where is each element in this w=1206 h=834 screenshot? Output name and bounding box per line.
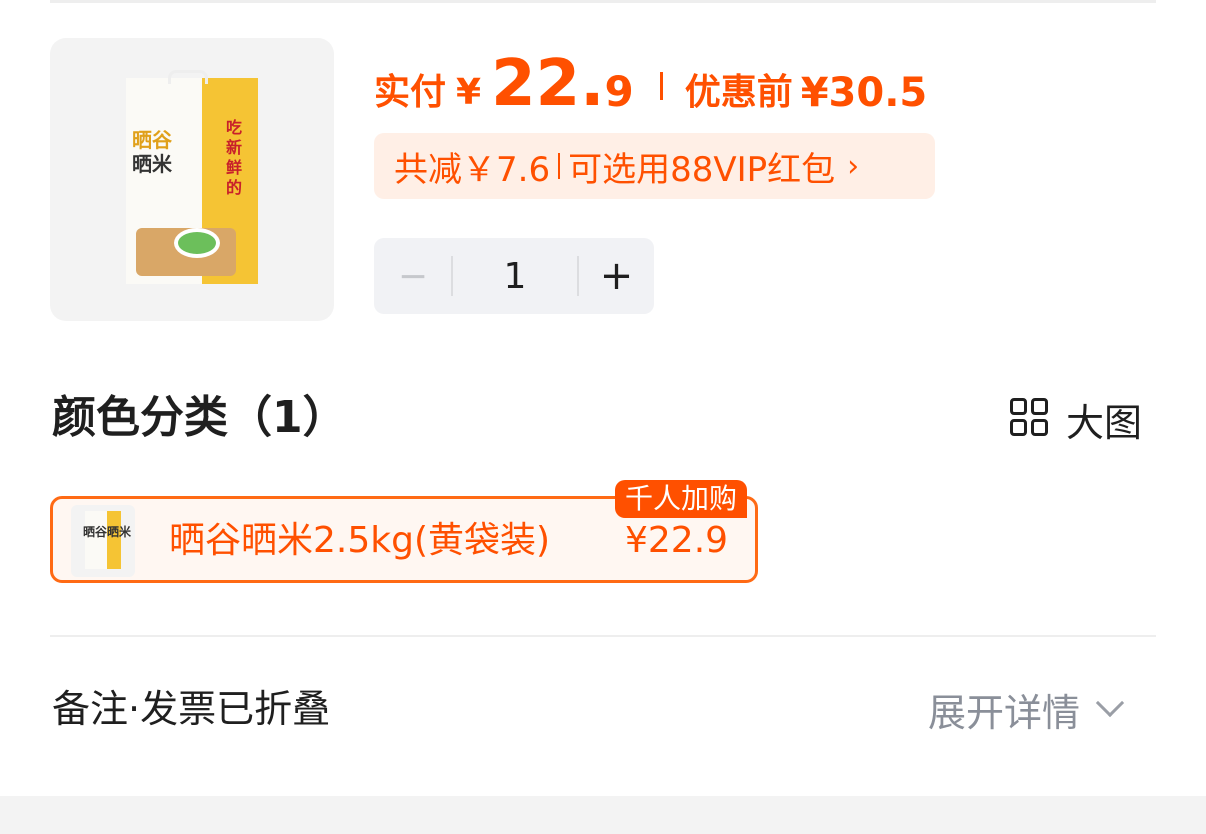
decrease-button[interactable]: − [374, 238, 452, 314]
promo-banner[interactable]: 共减￥7.6 可选用88VIP红包 › [374, 133, 935, 199]
original-price: ¥30.5 [800, 70, 928, 116]
top-divider [50, 0, 1156, 3]
popular-badge: 千人加购 [615, 480, 748, 518]
product-image[interactable]: 晒谷 晒米 吃新鲜的 [50, 38, 334, 321]
rice-bag-illustration: 晒谷 晒米 吃新鲜的 [126, 70, 258, 284]
bag-slogan: 吃新鲜的 [226, 118, 243, 197]
promo-saving: 共减￥7.6 [394, 149, 551, 190]
expand-details-label: 展开详情 [928, 690, 1081, 735]
big-image-label: 大图 [1066, 400, 1143, 445]
section-divider [50, 635, 1156, 637]
paid-price-integer: 22. [491, 47, 605, 121]
original-price-label: 优惠前 [684, 72, 793, 113]
bottom-gap [0, 796, 1206, 834]
increase-button[interactable]: + [579, 238, 654, 314]
variant-price: ¥22.9 [625, 520, 729, 561]
paid-price-decimal: 9 [604, 67, 634, 116]
variant-section-title: 颜色分类（1） [52, 392, 347, 443]
paid-currency: ¥ [456, 72, 482, 113]
variant-name: 晒谷晒米2.5kg(黄袋装) [169, 520, 551, 561]
promo-coupon: 可选用88VIP红包 [568, 149, 836, 190]
bag-title: 晒谷 晒米 [132, 128, 172, 176]
big-image-button[interactable]: 大图 [1010, 396, 1142, 445]
variant-thumbnail: 晒谷晒米 [71, 505, 135, 577]
paid-label: 实付 [374, 72, 447, 113]
quantity-value[interactable]: 1 [453, 238, 577, 314]
remarks-label: 备注·发票已折叠 [52, 687, 331, 731]
quantity-stepper: − 1 + [374, 238, 654, 314]
chevron-down-icon [1095, 688, 1125, 718]
promo-separator [558, 153, 561, 179]
chevron-right-icon: › [847, 148, 860, 184]
expand-details-button[interactable]: 展开详情 [928, 684, 1125, 735]
price-row: 实付 ¥ 22. 9 优惠前 ¥30.5 [374, 42, 927, 122]
price-separator [659, 72, 663, 100]
grid-icon [1010, 398, 1052, 440]
